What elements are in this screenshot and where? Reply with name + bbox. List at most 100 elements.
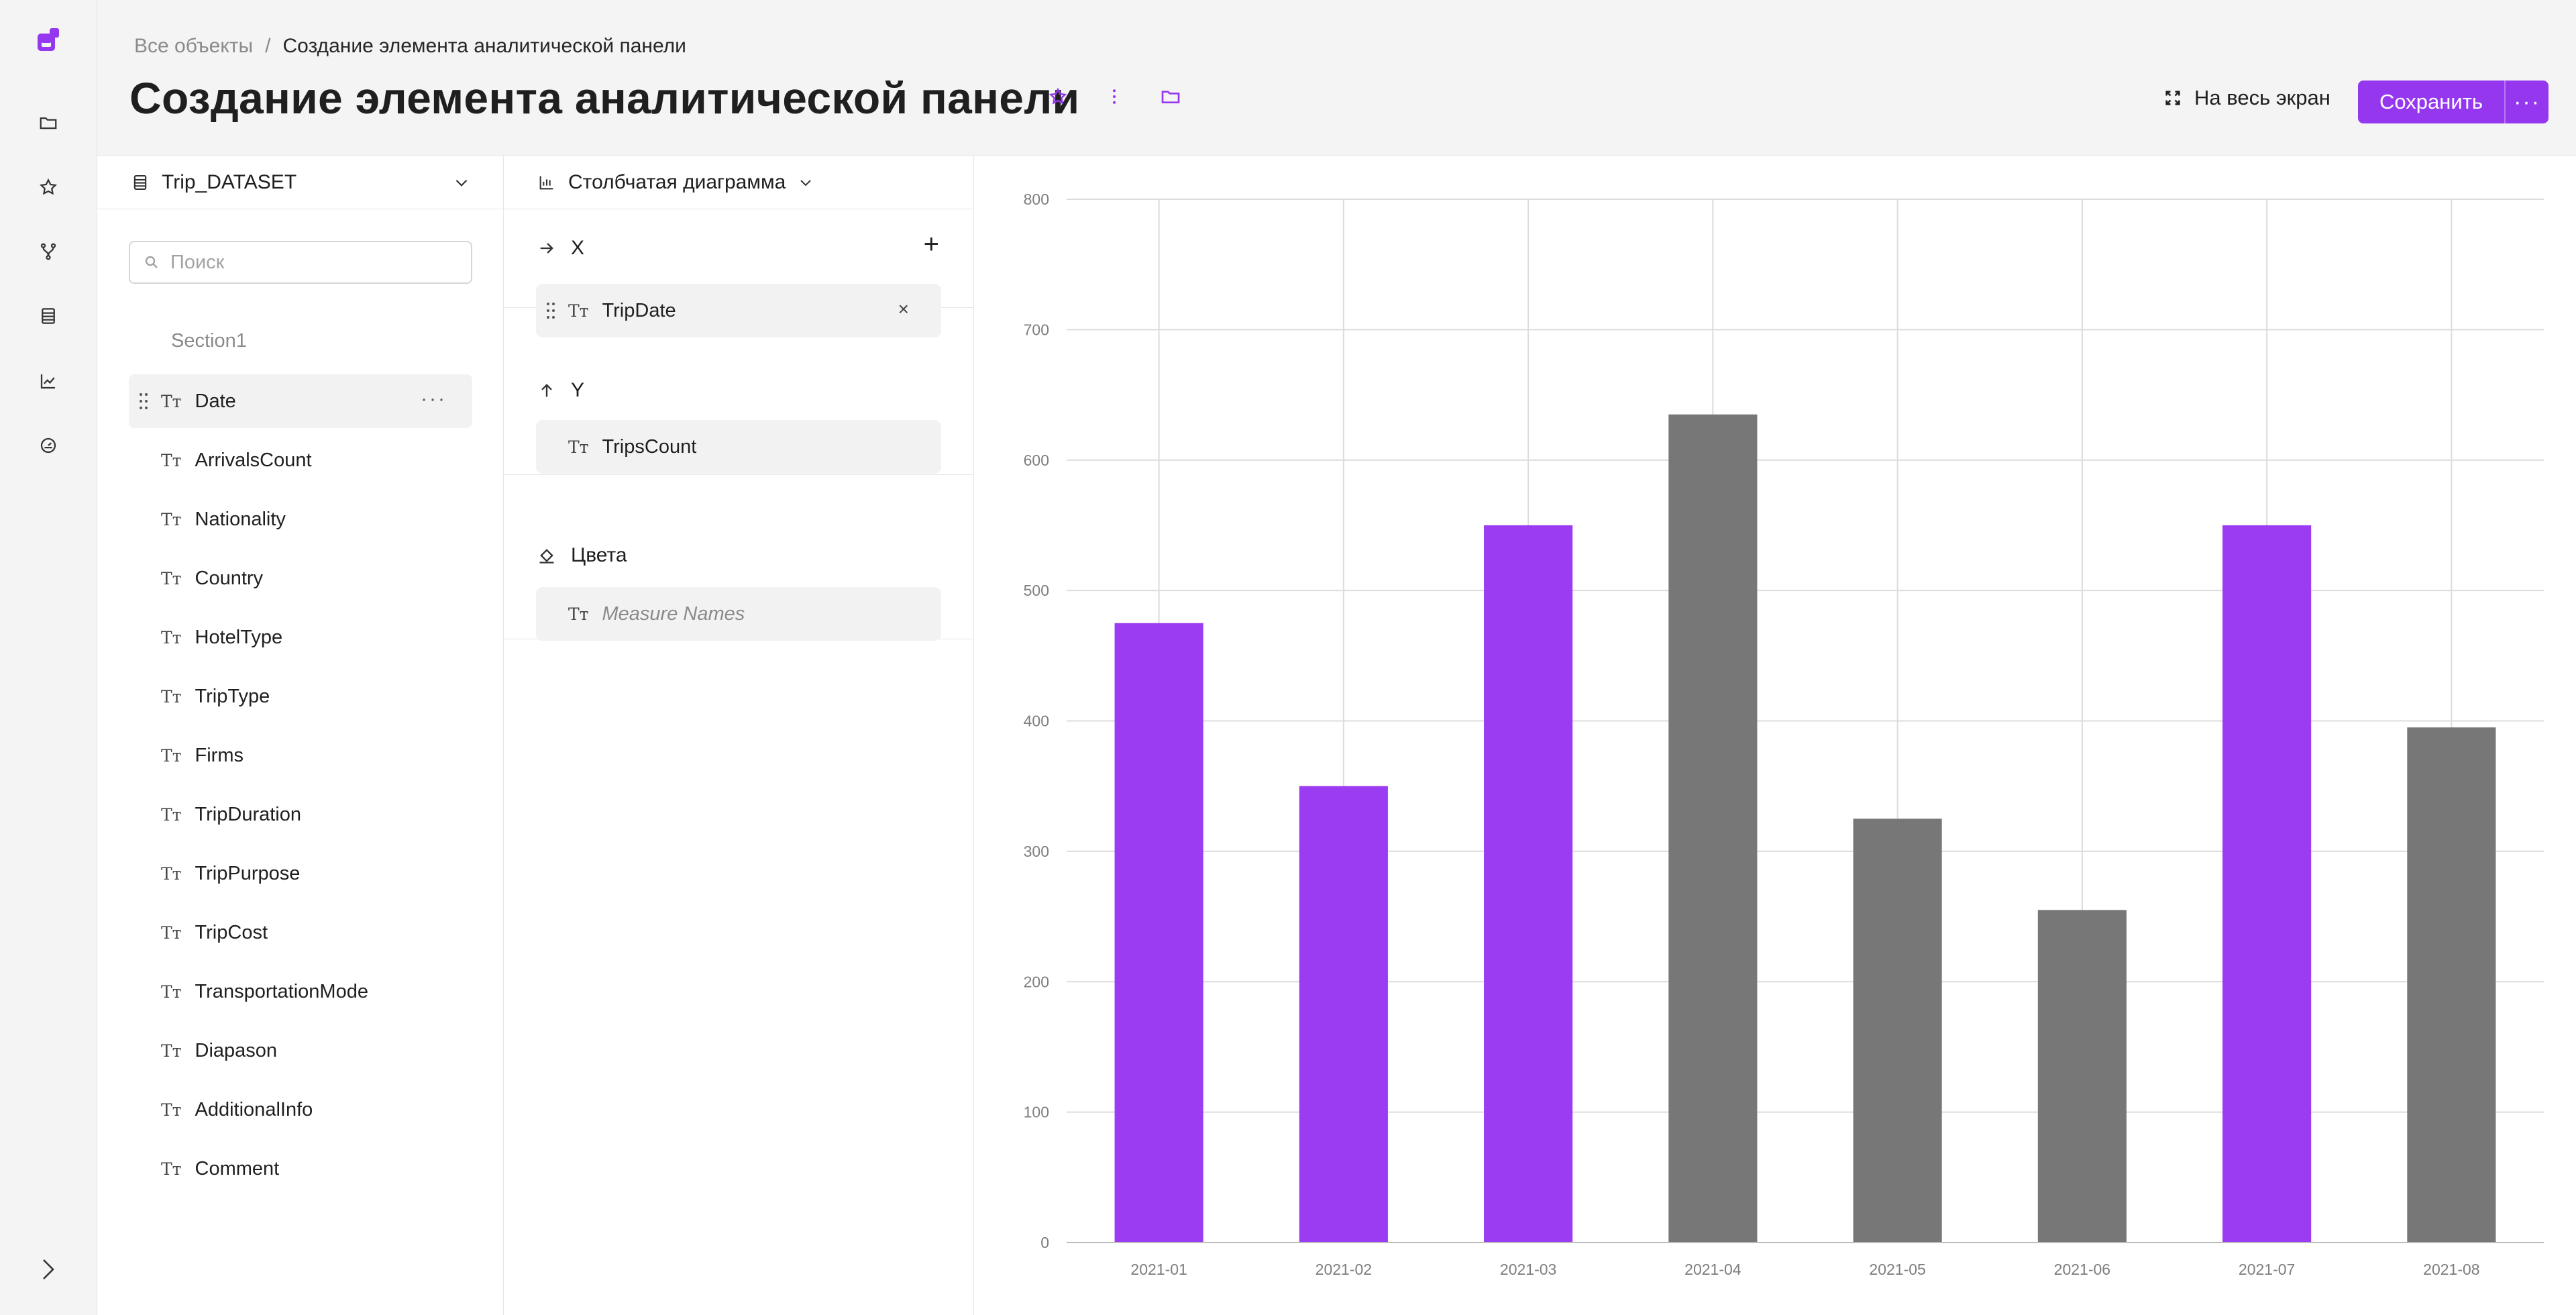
x-field-chip[interactable]: Tт TripDate × (536, 284, 941, 337)
folder-location-icon[interactable] (1156, 82, 1185, 111)
colors-placeholder-label: Цвета (571, 544, 627, 566)
bar[interactable] (2222, 525, 2312, 1243)
string-type-icon: Tт (161, 1041, 182, 1061)
y-tick-label: 0 (1040, 1234, 1049, 1251)
paint-bucket-icon (539, 549, 554, 564)
field-item[interactable]: Tт TripDuration (129, 788, 472, 841)
remove-field-button[interactable]: × (898, 299, 909, 320)
field-name: ArrivalsCount (195, 449, 312, 471)
colors-placeholder: Цвета Tт Measure Names (504, 537, 974, 641)
bar[interactable] (1484, 525, 1573, 1243)
vertical-more-icon[interactable] (1099, 82, 1129, 111)
string-type-icon: Tт (161, 686, 182, 706)
connections-icon[interactable] (35, 238, 62, 265)
string-type-icon: Tт (161, 1159, 182, 1179)
dataset-icon (133, 174, 147, 190)
y-field-name: TripsCount (602, 435, 697, 458)
expand-sidebar-icon[interactable] (35, 1256, 62, 1283)
drag-handle-icon[interactable] (545, 301, 556, 320)
string-type-icon: Tт (161, 509, 182, 529)
field-name: Firms (195, 744, 244, 766)
field-item[interactable]: Tт Firms (129, 729, 472, 782)
x-placeholder-label: X (571, 237, 585, 259)
save-button[interactable]: Сохранить (2358, 81, 2505, 123)
field-name: HotelType (195, 626, 283, 648)
visualization-type-selector[interactable]: Столбчатая диаграмма (504, 156, 974, 209)
fullscreen-button[interactable]: На весь экран (2163, 86, 2330, 110)
field-item[interactable]: Tт TransportationMode (129, 965, 472, 1018)
title-actions (1043, 82, 1185, 111)
field-item[interactable]: Tт Nationality (129, 492, 472, 546)
string-type-icon: Tт (161, 863, 182, 884)
arrow-up-icon (541, 384, 552, 397)
breadcrumb-separator: / (265, 35, 271, 57)
field-item[interactable]: Tт TripCost (129, 906, 472, 959)
colors-placeholder-header: Цвета (537, 541, 627, 570)
dataset-selector[interactable]: Trip_DATASET (97, 156, 504, 209)
field-item[interactable]: Tт Country (129, 551, 472, 605)
search-input[interactable] (170, 251, 452, 274)
chart-icon[interactable] (35, 368, 62, 394)
save-button-group: Сохранить ··· (2358, 81, 2549, 123)
add-x-field-button[interactable]: + (924, 229, 939, 260)
favorite-star-icon[interactable] (1043, 82, 1073, 111)
y-field-chip[interactable]: Tт TripsCount (536, 420, 941, 474)
folder-icon[interactable] (35, 109, 62, 136)
x-tick-label: 2021-07 (2239, 1261, 2295, 1278)
field-item[interactable]: Tт Comment (129, 1142, 472, 1196)
field-item[interactable]: Tт ArrivalsCount (129, 433, 472, 487)
star-icon[interactable] (35, 174, 62, 201)
field-name: AdditionalInfo (195, 1098, 313, 1120)
fullscreen-label: На весь экран (2194, 86, 2330, 109)
dataset-icon[interactable] (35, 303, 62, 329)
x-placeholder-header: X (537, 233, 584, 263)
dashboard-icon[interactable] (35, 432, 62, 459)
field-item[interactable]: Tт Date ··· (129, 374, 472, 428)
y-tick-label: 600 (1024, 452, 1049, 469)
y-tick-label: 300 (1024, 843, 1049, 860)
field-name: Nationality (195, 508, 286, 530)
x-tick-label: 2021-03 (1500, 1261, 1556, 1278)
y-placeholder-label: Y (571, 379, 585, 401)
bar[interactable] (1299, 786, 1388, 1243)
field-name: TripCost (195, 921, 268, 943)
field-item[interactable]: Tт AdditionalInfo (129, 1083, 472, 1137)
string-type-icon: Tт (568, 301, 589, 321)
breadcrumb-root-link[interactable]: Все объекты (134, 35, 253, 58)
breadcrumb-current: Создание элемента аналитической панели (282, 35, 686, 57)
string-type-icon: Tт (161, 982, 182, 1002)
field-item[interactable]: Tт TripType (129, 670, 472, 723)
visualization-type-label: Столбчатая диаграмма (568, 170, 786, 193)
field-name: Date (195, 390, 236, 412)
y-tick-label: 500 (1024, 582, 1049, 599)
save-options-button[interactable]: ··· (2504, 81, 2549, 123)
field-item[interactable]: Tт TripPurpose (129, 847, 472, 900)
nav-rail (0, 0, 97, 1315)
app-logo-icon[interactable] (34, 27, 63, 54)
drag-handle-icon[interactable] (138, 392, 149, 411)
field-item[interactable]: Tт Diapason (129, 1024, 472, 1077)
arrow-right-icon (540, 243, 553, 254)
field-search (129, 241, 472, 284)
bar[interactable] (1853, 819, 1942, 1243)
field-more-button[interactable]: ··· (421, 388, 447, 411)
y-tick-label: 700 (1024, 321, 1049, 338)
y-placeholder-header: Y (537, 376, 584, 405)
search-icon (145, 256, 158, 268)
field-item[interactable]: Tт HotelType (129, 611, 472, 664)
bar[interactable] (2407, 727, 2496, 1243)
colors-field-chip[interactable]: Tт Measure Names (536, 587, 941, 641)
string-type-icon: Tт (568, 604, 589, 624)
field-name: Comment (195, 1157, 280, 1179)
y-placeholder: Y Tт TripsCount (504, 376, 974, 475)
bar[interactable] (2037, 910, 2127, 1243)
bar[interactable] (1668, 414, 1758, 1243)
bar[interactable] (1114, 623, 1203, 1243)
bar-chart: 0 100 200 300 400 500 600 700 800 2021-01 2021-02 2… (1024, 191, 2544, 1278)
field-name: TransportationMode (195, 980, 368, 1002)
string-type-icon: Tт (161, 627, 182, 647)
colors-field-name: Measure Names (602, 602, 745, 625)
x-tick-label: 2021-01 (1130, 1261, 1187, 1278)
y-tick-label: 200 (1024, 973, 1049, 990)
field-name: Diapason (195, 1039, 278, 1061)
